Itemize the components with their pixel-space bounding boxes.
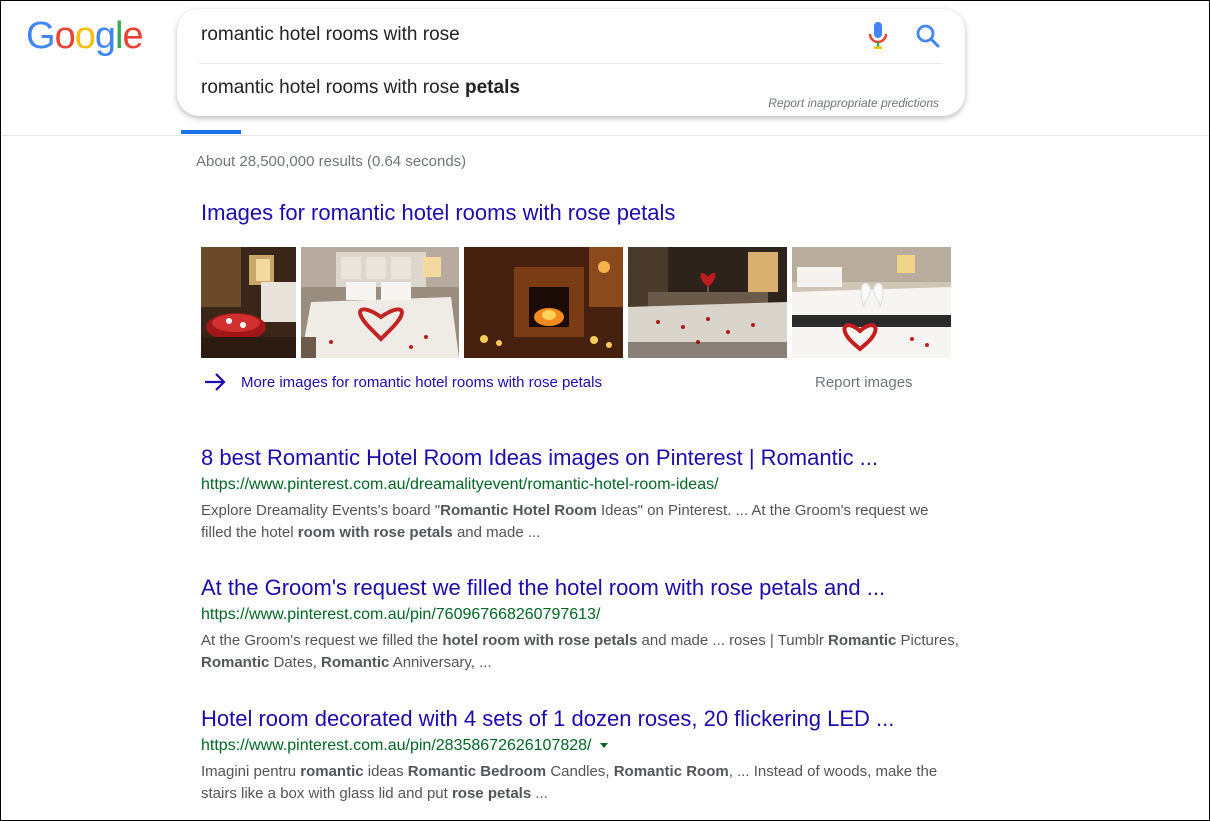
result-url-text: https://www.pinterest.com.au/pin/2835867… xyxy=(201,737,592,754)
snippet-highlight: room with rose petals xyxy=(297,524,453,541)
snippet-highlight: Romantic xyxy=(321,654,390,671)
microphone-icon[interactable] xyxy=(865,21,891,51)
result-stats: About 28,500,000 results (0.64 seconds) xyxy=(196,153,467,170)
logo-letter: G xyxy=(26,15,56,57)
result-url: https://www.pinterest.com.au/pin/2835867… xyxy=(201,735,961,757)
images-heading-link[interactable]: Images for romantic hotel rooms with ros… xyxy=(201,200,675,226)
image-thumbnail-1[interactable] xyxy=(201,247,296,358)
snippet-text: and made ... roses | Tumblr xyxy=(637,632,828,649)
snippet-text: Pictures, xyxy=(896,632,959,649)
image-thumbnail-5[interactable] xyxy=(792,247,951,358)
logo-letter: o xyxy=(74,15,96,57)
snippet-highlight: Romantic xyxy=(828,632,897,649)
suggestion-bold: petals xyxy=(465,77,520,98)
logo-letter: e xyxy=(122,15,143,57)
result-title-link[interactable]: 8 best Romantic Hotel Room Ideas images … xyxy=(201,444,961,472)
suggestion-prefix: romantic hotel rooms with rose xyxy=(201,77,465,98)
snippet-text: Imagini pentru xyxy=(201,763,301,780)
snippet-highlight: rose petals xyxy=(451,785,532,802)
result-url-text: https://www.pinterest.com.au/dreamalitye… xyxy=(201,476,719,493)
logo-letter: g xyxy=(94,15,116,57)
search-result: 8 best Romantic Hotel Room Ideas images … xyxy=(201,444,961,544)
result-url-text: https://www.pinterest.com.au/pin/7609676… xyxy=(201,606,601,623)
google-logo[interactable]: Google xyxy=(26,14,144,58)
report-predictions-link[interactable]: Report inappropriate predictions xyxy=(768,96,939,110)
active-tab-indicator xyxy=(181,130,241,134)
snippet-text: ideas xyxy=(363,763,408,780)
snippet-highlight: Romantic Hotel Room xyxy=(440,502,597,519)
header-divider xyxy=(1,135,1209,136)
snippet-highlight: hotel room with rose petals xyxy=(442,632,638,649)
search-input[interactable]: romantic hotel rooms with rose xyxy=(201,22,460,48)
caret-down-icon[interactable] xyxy=(599,743,608,749)
snippet-text: At the Groom's request we filled the xyxy=(201,632,443,649)
snippet-text: ... xyxy=(531,785,548,802)
snippet-text: Explore Dreamality Events's board " xyxy=(201,502,441,519)
window-frame xyxy=(0,0,1210,821)
snippet-text: Dates, xyxy=(269,654,322,671)
result-url: https://www.pinterest.com.au/dreamalitye… xyxy=(201,474,961,496)
snippet-highlight: Romantic xyxy=(201,654,270,671)
search-result: Hotel room decorated with 4 sets of 1 do… xyxy=(201,705,961,805)
autocomplete-suggestion[interactable]: romantic hotel rooms with rose petals xyxy=(201,75,520,101)
image-thumbnail-3[interactable] xyxy=(464,247,623,358)
image-thumbnail-4[interactable] xyxy=(628,247,787,358)
snippet-highlight: Romantic Room xyxy=(613,763,729,780)
more-images-link[interactable]: More images for romantic hotel rooms wit… xyxy=(203,372,602,392)
result-snippet: Explore Dreamality Events's board "Roman… xyxy=(201,500,961,544)
magnifier-icon[interactable] xyxy=(914,22,942,50)
more-images-label: More images for romantic hotel rooms wit… xyxy=(241,373,602,391)
result-url: https://www.pinterest.com.au/pin/7609676… xyxy=(201,604,961,626)
arrow-right-icon xyxy=(205,373,226,391)
logo-letter: o xyxy=(54,15,76,57)
result-title-link[interactable]: At the Groom's request we filled the hot… xyxy=(201,574,961,602)
snippet-highlight: Romantic Bedroom xyxy=(407,763,547,780)
snippet-text: Anniversary, ... xyxy=(389,654,492,671)
search-result: At the Groom's request we filled the hot… xyxy=(201,574,961,674)
search-box: romantic hotel rooms with rose romantic … xyxy=(177,9,965,116)
result-snippet: Imagini pentru romantic ideas Romantic B… xyxy=(201,761,961,805)
report-images-link[interactable]: Report images xyxy=(815,374,913,391)
snippet-text: Candles, xyxy=(546,763,614,780)
search-divider xyxy=(199,63,943,64)
snippet-text: and made ... xyxy=(452,524,541,541)
result-snippet: At the Groom's request we filled the hot… xyxy=(201,630,961,674)
image-thumbnail-2[interactable] xyxy=(301,247,459,358)
result-title-link[interactable]: Hotel room decorated with 4 sets of 1 do… xyxy=(201,705,961,733)
snippet-highlight: romantic xyxy=(300,763,364,780)
logo-letter: l xyxy=(114,15,124,57)
